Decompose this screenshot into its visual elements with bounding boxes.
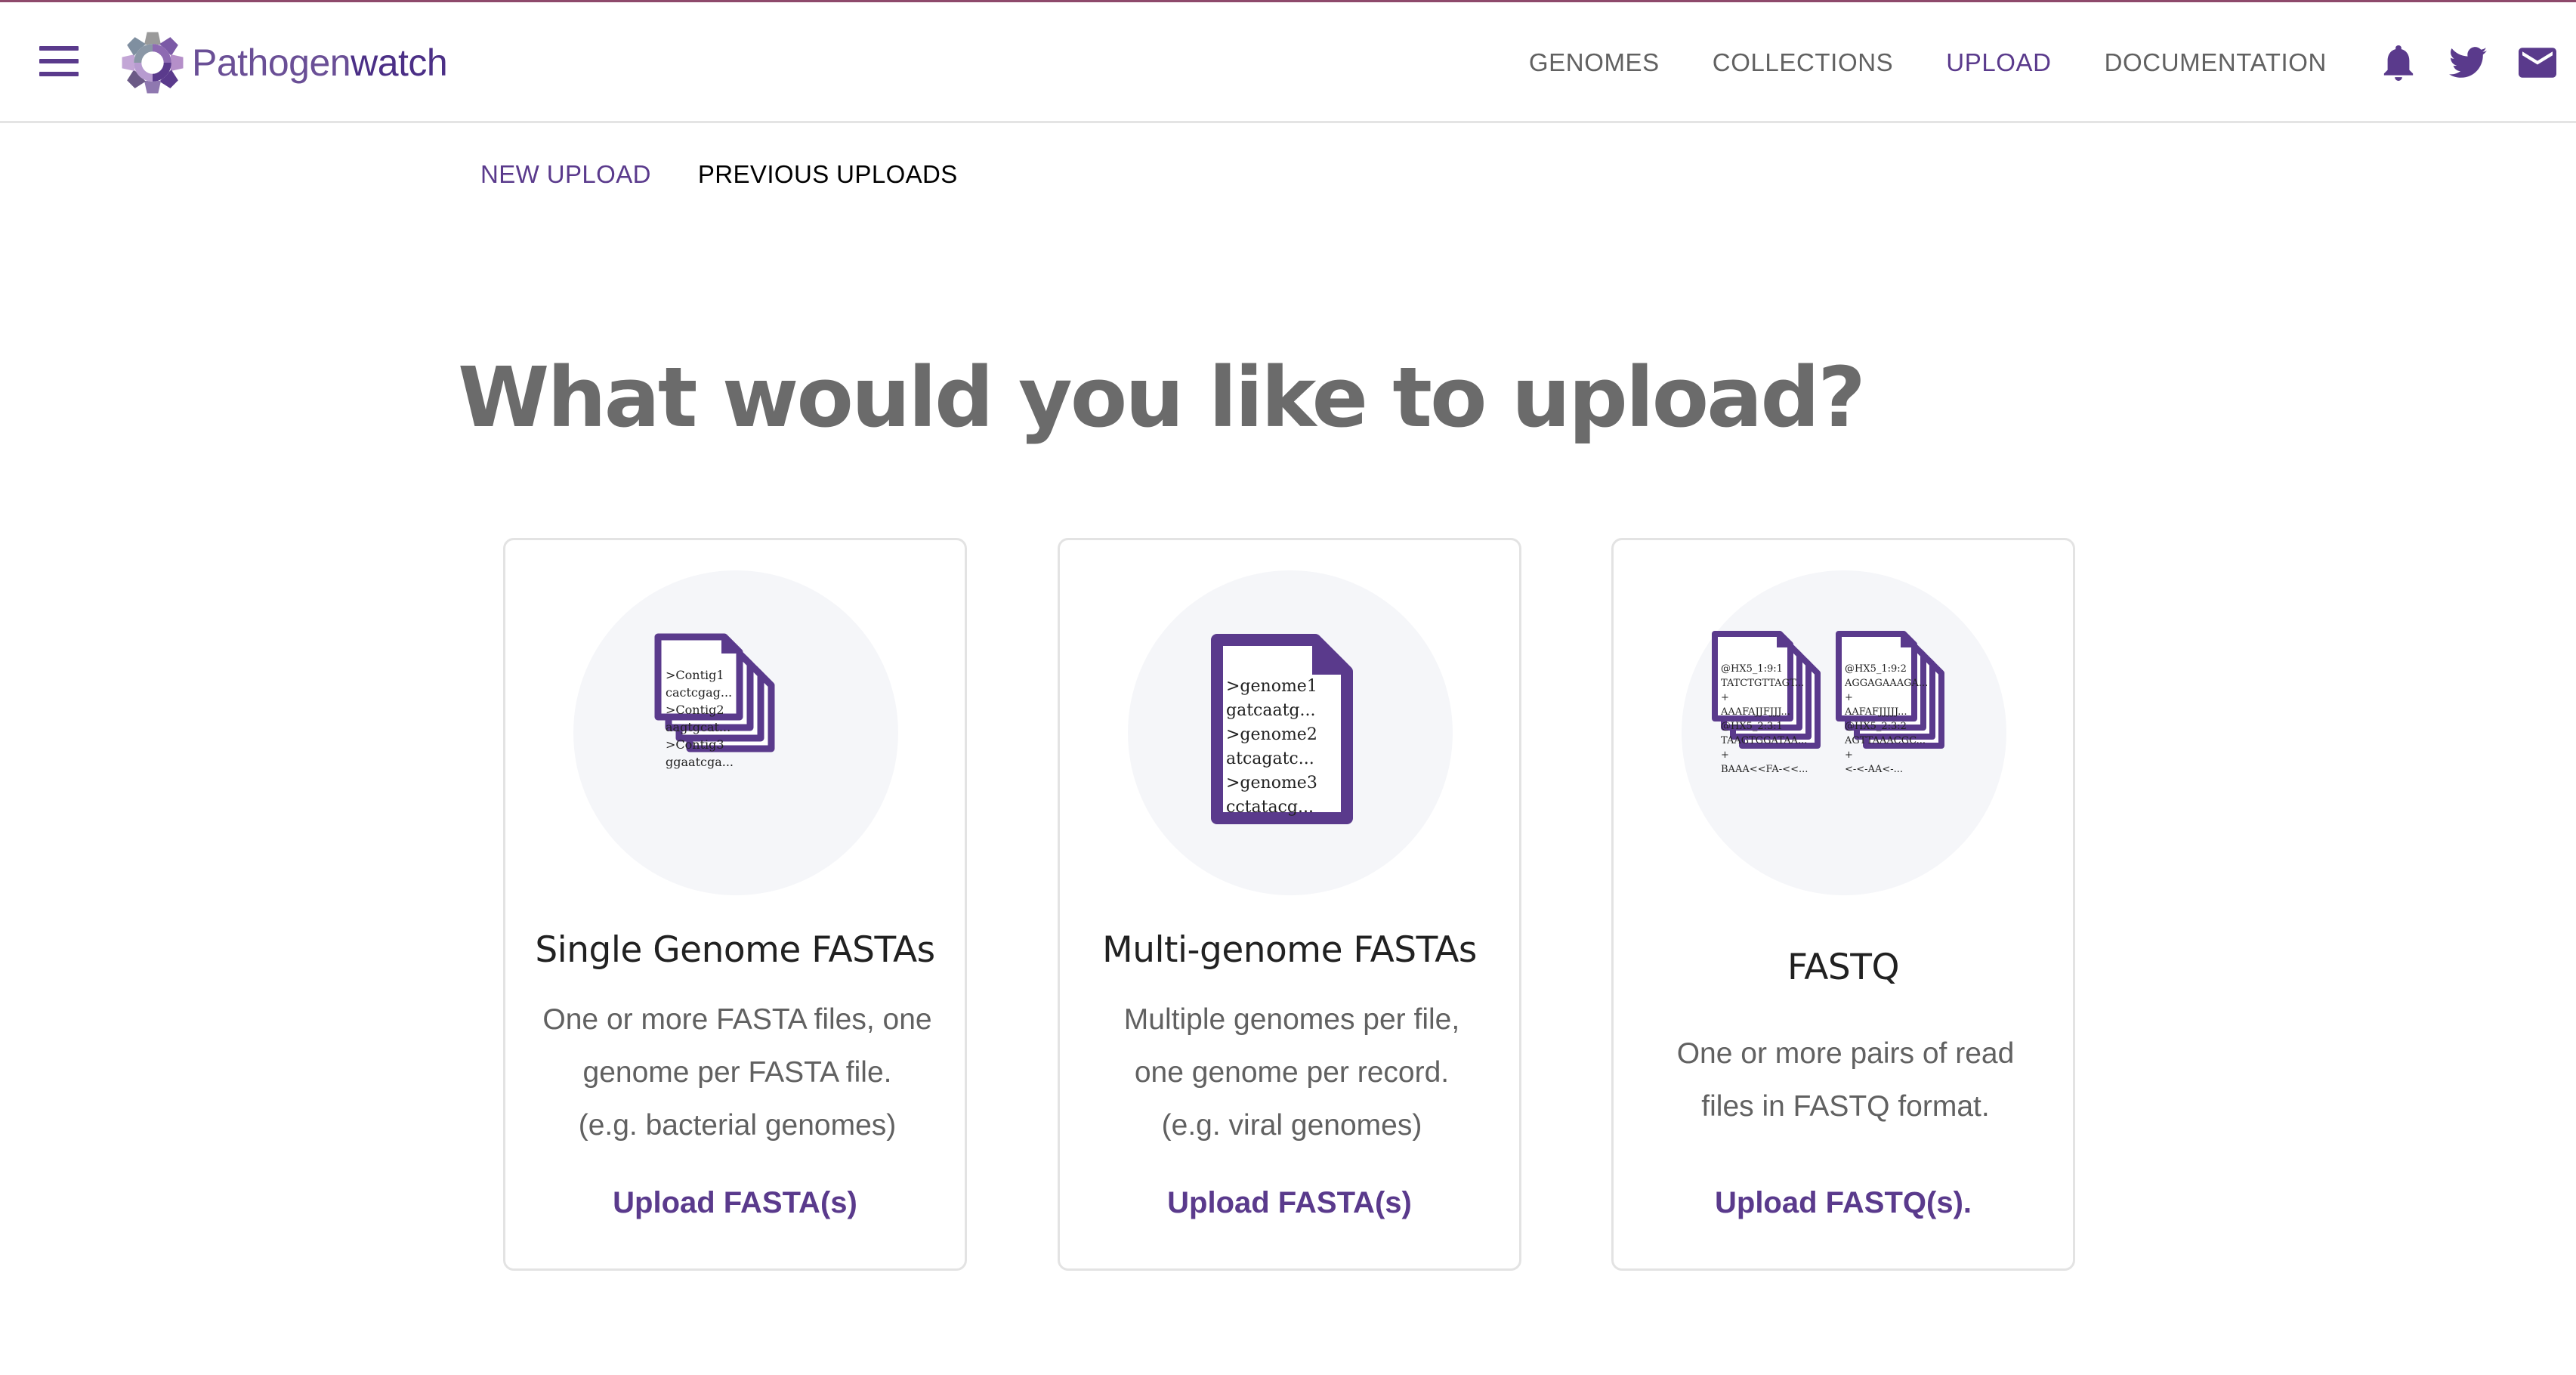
doc-line: @HX5_1:9:2 (1845, 663, 1907, 675)
tab-previous-uploads[interactable]: PREVIOUS UPLOADS (698, 160, 958, 189)
doc-line: @HX5_2:3:1 (1721, 721, 1783, 732)
card-description-line: Multiple genomes per file, (1123, 1003, 1460, 1036)
doc-line: + (1721, 692, 1729, 703)
app-logo[interactable]: Pathogenwatch (118, 28, 448, 97)
main-nav: GENOMES COLLECTIONS UPLOAD DOCUMENTATION (1529, 2, 2576, 123)
doc-line: ggaatcga... (666, 755, 734, 769)
doc-line: aagtgcat... (666, 720, 730, 734)
doc-line: >Contig3 (666, 737, 724, 752)
doc-line: gatcaatg... (1226, 701, 1316, 720)
upload-card-multi-genome[interactable]: >genome1 gatcaatg... >genome2 atcagatc..… (1058, 538, 1521, 1271)
doc-line: AAAFAJJFJJJ... (1720, 706, 1790, 718)
card-description-line: One or more pairs of read (1676, 1037, 2015, 1070)
card-description-line: (e.g. viral genomes) (1161, 1109, 1422, 1142)
card-title: FASTQ (1787, 947, 1899, 988)
document-icon: >genome1 gatcaatg... >genome2 atcagatc..… (1211, 634, 1353, 824)
card-description: Multiple genomes per file, one genome pe… (1083, 993, 1501, 1152)
upload-fasta-link[interactable]: Upload FASTA(s) (1060, 1186, 1519, 1220)
card-description-line: (e.g. bacterial genomes) (578, 1109, 897, 1142)
doc-line: + (1721, 749, 1729, 761)
twitter-icon[interactable] (2449, 44, 2487, 82)
doc-line: AGTTAAACGC... (1844, 735, 1926, 746)
card-description: One or more pairs of read files in FASTQ… (1636, 1027, 2055, 1133)
mail-icon[interactable] (2519, 44, 2556, 82)
logo-wordmark-light: Pathogen (192, 42, 351, 84)
upload-fasta-link[interactable]: Upload FASTA(s) (505, 1186, 965, 1220)
card-description-line: One or more FASTA files, one (542, 1003, 932, 1036)
doc-line: >genome3 (1226, 774, 1317, 793)
nav-collections[interactable]: COLLECTIONS (1713, 48, 1894, 77)
card-description-line: one genome per record. (1134, 1056, 1450, 1089)
doc-line: >Contig2 (666, 703, 724, 717)
pathogenwatch-logo-icon (122, 32, 184, 94)
doc-line: cactcgag... (666, 685, 732, 700)
nav-genomes[interactable]: GENOMES (1529, 48, 1660, 77)
bell-icon[interactable] (2380, 44, 2417, 82)
doc-line: AGGAGAAAGA... (1844, 678, 1928, 689)
page-title: What would you like to upload? (458, 349, 1866, 446)
upload-fastq-link[interactable]: Upload FASTQ(s). (1614, 1186, 2073, 1220)
upload-subtabs: NEW UPLOAD PREVIOUS UPLOADS (480, 160, 1005, 189)
doc-line: TAAGTGGATAA... (1721, 735, 1807, 746)
doc-line: + (1845, 692, 1853, 703)
stacked-documents-icon: >Contig1 cactcgag... >Contig2 aagtgcat..… (654, 633, 775, 769)
doc-line: BAAA<<FA-<<... (1721, 764, 1808, 775)
fastq-pair-illustration: @HX5_1:9:1 TATCTGTTAGT... + AAAFAJJFJJJ.… (1682, 570, 2006, 895)
menu-icon-line (39, 72, 79, 76)
menu-icon-line (39, 46, 79, 51)
doc-line: AAFAFJJJJJ... (1844, 706, 1907, 718)
doc-line: >genome2 (1226, 725, 1317, 744)
multi-fasta-illustration: >genome1 gatcaatg... >genome2 atcagatc..… (1128, 570, 1453, 895)
logo-wordmark-strong: watch (351, 42, 448, 84)
paired-documents-icon: @HX5_1:9:1 TATCTGTTAGT... + AAAFAJJFJJJ.… (1712, 631, 1944, 775)
app-header: Pathogenwatch GENOMES COLLECTIONS UPLOAD… (0, 2, 2576, 123)
tab-new-upload[interactable]: NEW UPLOAD (480, 160, 651, 189)
hamburger-menu-button[interactable] (39, 46, 79, 76)
fasta-stack-illustration: >Contig1 cactcgag... >Contig2 aagtgcat..… (573, 570, 898, 895)
card-description: One or more FASTA files, one genome per … (528, 993, 947, 1152)
doc-line: cctatacg... (1226, 798, 1314, 817)
doc-line: TATCTGTTAGT... (1721, 678, 1804, 689)
doc-line: + (1845, 749, 1853, 761)
nav-upload[interactable]: UPLOAD (1946, 48, 2051, 77)
doc-line: @HX5_2:3:2 (1845, 721, 1907, 732)
nav-documentation[interactable]: DOCUMENTATION (2105, 48, 2327, 77)
card-title: Multi-genome FASTAs (1102, 929, 1477, 971)
doc-line: atcagatc... (1226, 749, 1314, 768)
upload-card-single-genome[interactable]: >Contig1 cactcgag... >Contig2 aagtgcat..… (503, 538, 967, 1271)
card-description-line: files in FASTQ format. (1701, 1090, 1990, 1123)
upload-card-fastq[interactable]: @HX5_1:9:1 TATCTGTTAGT... + AAAFAJJFJJJ.… (1611, 538, 2075, 1271)
card-title: Single Genome FASTAs (535, 929, 935, 971)
doc-line: <-<-AA<-... (1845, 764, 1903, 775)
logo-wordmark: Pathogenwatch (192, 41, 448, 85)
doc-line: @HX5_1:9:1 (1721, 663, 1783, 675)
doc-line: >Contig1 (666, 668, 724, 682)
doc-line: >genome1 (1226, 677, 1317, 696)
menu-icon-line (39, 59, 79, 63)
card-description-line: genome per FASTA file. (582, 1056, 892, 1089)
